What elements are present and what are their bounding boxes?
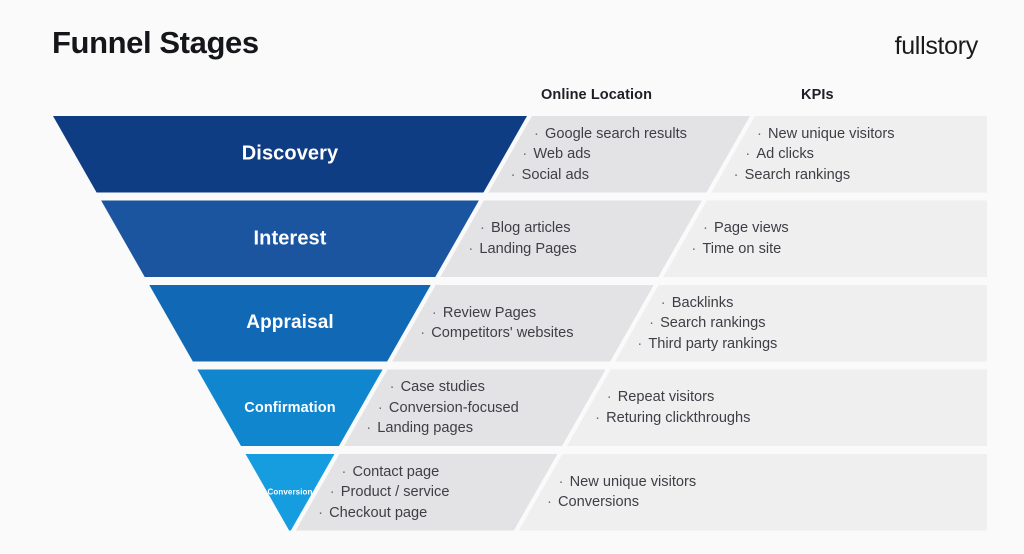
online-location-panel: [343, 369, 606, 446]
funnel-stages-infographic: Funnel Stages fullstory Online Location …: [0, 0, 1024, 554]
online-location-panel: [295, 454, 558, 531]
funnel-diagram: Discovery · Google search results · Web ads ·…: [0, 0, 1024, 554]
kpi-panel: [566, 369, 987, 446]
kpi-panel: [711, 116, 987, 193]
online-location-panel: [488, 116, 750, 193]
funnel-stage-band: [101, 200, 479, 277]
funnel-stage-band: [53, 116, 527, 193]
online-location-panel: [392, 285, 654, 362]
funnel-stage-band: [149, 285, 431, 362]
kpi-panel: [615, 285, 987, 362]
kpi-panel: [663, 200, 987, 277]
online-location-panel: [440, 200, 702, 277]
kpi-panel: [518, 454, 987, 531]
